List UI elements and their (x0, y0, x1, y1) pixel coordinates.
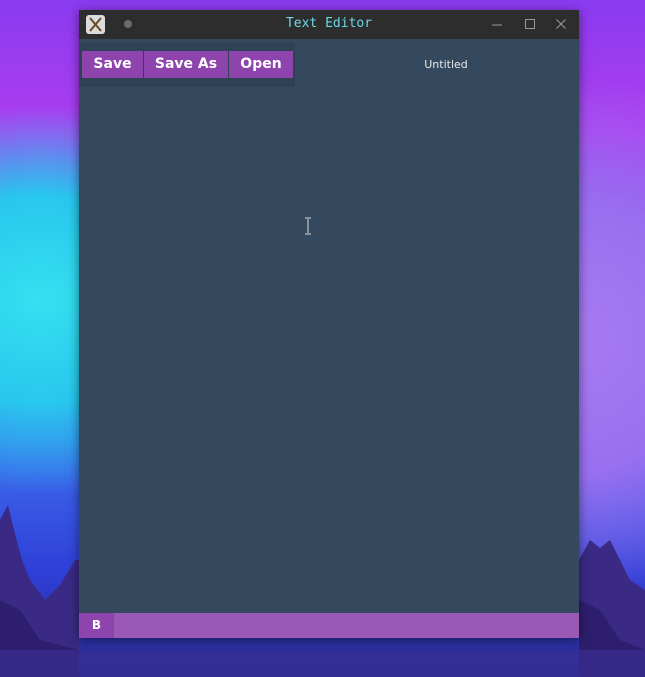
bold-button[interactable]: B (79, 613, 114, 638)
open-button[interactable]: Open (229, 51, 293, 78)
window-titlebar[interactable]: Text Editor (79, 10, 579, 39)
document-filename: Untitled (424, 58, 468, 71)
status-bar: B (79, 613, 579, 638)
text-editor-area[interactable] (79, 87, 579, 610)
maximize-icon[interactable] (522, 16, 538, 32)
minimize-icon[interactable] (489, 16, 505, 32)
save-as-button[interactable]: Save As (144, 51, 228, 78)
save-button[interactable]: Save (82, 51, 143, 78)
toolbar: Save Save As Open (79, 43, 295, 87)
text-cursor-icon (303, 217, 313, 235)
close-icon[interactable] (553, 16, 569, 32)
text-editor-window: Text Editor Save Save As Open Untitled B (79, 10, 579, 638)
